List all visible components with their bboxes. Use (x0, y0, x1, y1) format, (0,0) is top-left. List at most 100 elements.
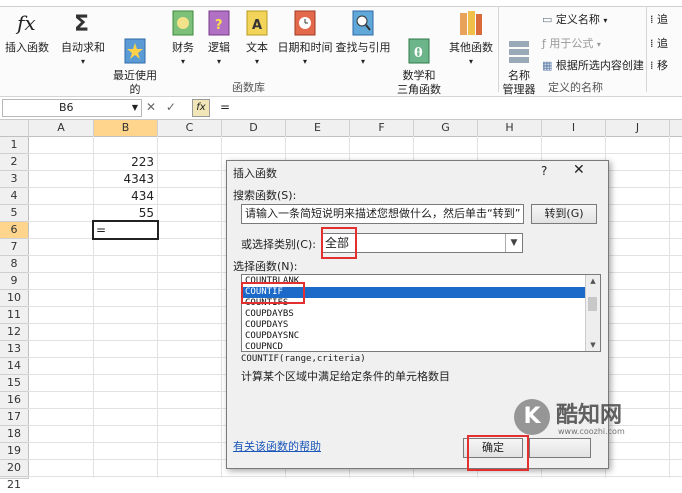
row-header[interactable]: 4 (0, 188, 29, 205)
list-item[interactable]: COUPDAYS (245, 320, 288, 331)
list-item[interactable]: COUPDAYSNC (245, 331, 299, 342)
create-from-selection-button[interactable]: ▦ 根据所选内容创建 (542, 57, 644, 73)
name-box[interactable]: B6 ▼ (2, 99, 142, 117)
cancel-button[interactable] (529, 438, 591, 458)
function-library-group-label: 函数库 (232, 81, 265, 94)
logical-button[interactable]: ? 逻辑 ▾ (202, 8, 236, 69)
active-cell-border (92, 220, 159, 240)
search-function-input[interactable]: 请输入一条简短说明来描述您想做什么，然后单击“转到” (241, 204, 524, 224)
column-header-g[interactable]: G (414, 120, 478, 137)
row-header[interactable]: 14 (0, 358, 29, 375)
row-header[interactable]: 7 (0, 239, 29, 256)
ribbon-separator (646, 6, 647, 92)
highlight-category (321, 227, 357, 259)
function-help-link[interactable]: 有关该函数的帮助 (233, 438, 321, 454)
chevron-down-icon: ▼ (131, 103, 138, 112)
insert-function-label: 插入函数 (5, 41, 49, 54)
math-trig-button[interactable]: θ 数学和 三角函数 (394, 8, 444, 97)
column-header-j[interactable]: J (606, 120, 670, 137)
highlight-ok-button (467, 435, 529, 471)
svg-text:A: A (252, 18, 262, 33)
row-header[interactable]: 12 (0, 324, 29, 341)
scroll-down-icon[interactable]: ▼ (586, 339, 600, 351)
cell-b2[interactable]: 223 (94, 154, 154, 170)
remove-arrows-button[interactable]: ⁞ 移 (650, 57, 668, 73)
goto-button[interactable]: 转到(G) (531, 204, 597, 224)
define-name-label: 定义名称 (555, 13, 600, 26)
recent-functions-button[interactable]: 最近使用的 函数 (108, 8, 162, 111)
row-header[interactable]: 2 (0, 154, 29, 171)
help-icon[interactable]: ? (541, 164, 547, 178)
column-header-i[interactable]: I (542, 120, 606, 137)
chevron-down-icon: ▾ (603, 16, 608, 25)
gridline (221, 136, 222, 478)
column-header-d[interactable]: D (222, 120, 286, 137)
column-header-b[interactable]: B (94, 120, 158, 137)
use-in-formula-button[interactable]: ƒ 用于公式 ▾ (542, 35, 601, 51)
text-label: 文本 (246, 41, 268, 54)
column-header-e[interactable]: E (286, 120, 350, 137)
autosum-button[interactable]: Σ 自动求和 ▾ (58, 8, 108, 69)
select-all-corner[interactable] (0, 120, 29, 137)
row-header[interactable]: 19 (0, 443, 29, 460)
row-header[interactable]: 8 (0, 256, 29, 273)
column-header-k[interactable] (670, 120, 682, 137)
remove-icon: ⁞ (650, 59, 654, 72)
row-header[interactable]: 16 (0, 392, 29, 409)
cancel-icon[interactable]: ✕ (146, 100, 156, 114)
trace-precedents-button[interactable]: ⁞ 追 (650, 11, 668, 27)
row-header[interactable]: 1 (0, 137, 29, 154)
row-header[interactable]: 21 (0, 477, 29, 491)
scroll-thumb[interactable] (588, 297, 597, 311)
gridline (28, 476, 682, 477)
row-header[interactable]: 17 (0, 409, 29, 426)
name-manager-button[interactable]: 名称 管理器 (500, 8, 538, 97)
trace-dependents-button[interactable]: ⁞ 追 (650, 35, 668, 51)
list-item[interactable]: COUPDAYBS (245, 309, 294, 320)
use-in-formula-label: 用于公式 (549, 37, 594, 50)
remove-arrows-label: 移 (657, 59, 668, 72)
cell-b3[interactable]: 4343 (94, 171, 154, 187)
logical-label: 逻辑 (208, 41, 230, 54)
formula-bar: B6 ▼ ✕ ✓ fx = (0, 97, 682, 120)
cell-b4[interactable]: 434 (94, 188, 154, 204)
datetime-button[interactable]: 日期和时间 ▾ (276, 8, 334, 69)
text-button[interactable]: A 文本 ▾ (240, 8, 274, 69)
row-header[interactable]: 5 (0, 205, 29, 222)
financial-book-icon (169, 8, 197, 38)
column-header-h[interactable]: H (478, 120, 542, 137)
more-functions-button[interactable]: 其他函数 ▾ (446, 8, 496, 69)
chevron-down-icon[interactable]: ▼ (505, 234, 522, 252)
row-header[interactable]: 18 (0, 426, 29, 443)
lookup-reference-button[interactable]: 查找与引用 ▾ (334, 8, 392, 69)
list-scrollbar[interactable]: ▲ ▼ (585, 275, 600, 351)
watermark-url: www.coozhi.com (558, 427, 625, 436)
formula-input[interactable]: = (220, 100, 230, 114)
column-header-a[interactable]: A (29, 120, 94, 137)
row-header[interactable]: 20 (0, 460, 29, 477)
define-name-button[interactable]: ▭ 定义名称 ▾ (542, 11, 607, 27)
list-item[interactable]: COUPNCD (245, 342, 283, 351)
close-icon[interactable]: ✕ (573, 162, 585, 178)
row-header[interactable]: 11 (0, 307, 29, 324)
clock-book-icon (291, 8, 319, 38)
row-header[interactable]: 15 (0, 375, 29, 392)
row-header[interactable]: 13 (0, 341, 29, 358)
gridline (157, 136, 158, 478)
cell-b5[interactable]: 55 (94, 205, 154, 221)
insert-function-button[interactable]: fx 插入函数 (2, 8, 52, 55)
trace-precedents-label: 追 (657, 13, 668, 26)
financial-button[interactable]: 财务 ▾ (166, 8, 200, 69)
row-header[interactable]: 9 (0, 273, 29, 290)
row-header[interactable]: 6 (0, 222, 29, 239)
category-label: 或选择类别(C): (241, 238, 316, 251)
row-header[interactable]: 3 (0, 171, 29, 188)
column-header-f[interactable]: F (350, 120, 414, 137)
lookup-reference-label: 查找与引用 (335, 41, 391, 54)
ribbon: fx 插入函数 Σ 自动求和 ▾ 最近使用的 函数 财务 ▾ ? 逻辑 ▾ A … (0, 0, 682, 110)
enter-icon[interactable]: ✓ (166, 100, 176, 114)
scroll-up-icon[interactable]: ▲ (586, 275, 600, 287)
insert-function-fx-icon[interactable]: fx (192, 99, 210, 117)
column-header-c[interactable]: C (158, 120, 222, 137)
row-header[interactable]: 10 (0, 290, 29, 307)
